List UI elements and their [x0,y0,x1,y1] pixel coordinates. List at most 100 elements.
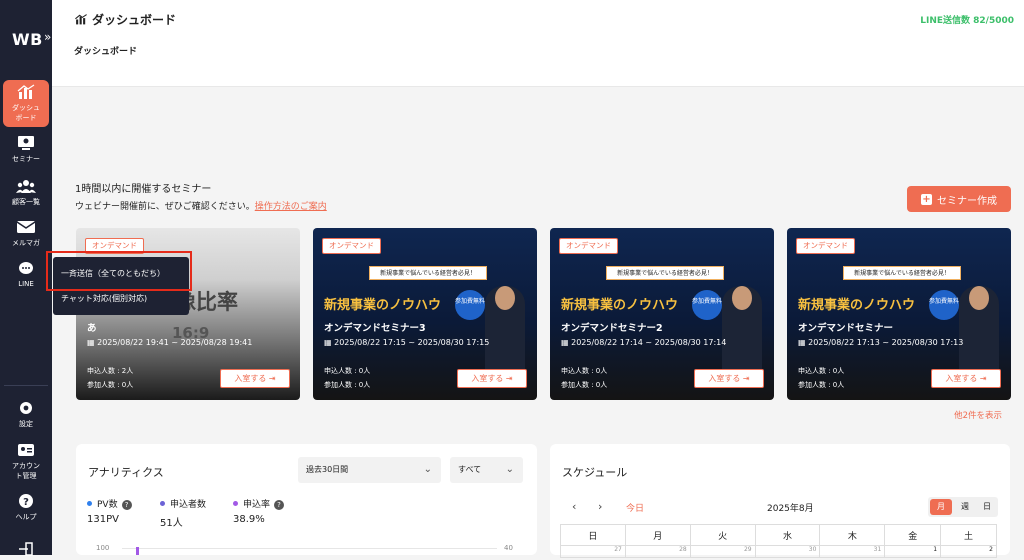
page-header: ダッシュボード ダッシュボード LINE送信数 82/5000 [52,0,1024,87]
enter-room-label: 入室する [234,374,267,383]
seminar-date-text: 2025/08/22 17:13 ~ 2025/08/30 17:13 [808,338,964,347]
chat-icon [19,262,33,274]
calendar-day[interactable]: 31 [819,545,886,558]
calendar-day[interactable]: 28 [624,545,691,558]
app-logo: WB [12,30,43,49]
view-week-button[interactable]: 週 [954,497,976,517]
logout-icon[interactable] [0,541,52,560]
analytics-title: アナリティクス [88,466,164,479]
users-icon [16,180,36,193]
enter-room-button[interactable]: 入室する ⇥ [931,369,1001,388]
speaker-photo [485,286,525,370]
seminar-date: ▦ 2025/08/22 19:41 ~ 2025/08/28 19:41 [87,338,252,347]
pv-dot [87,501,92,506]
seminar-card[interactable]: オンデマンド 新規事業で悩んでいる経営者必見！ 新規事業のノウハウ 参加費無料 … [313,228,537,400]
sidebar-item-mailmag[interactable]: メルマガ [0,219,52,248]
seminar-title: あ [87,323,97,334]
sidebar-item-label: LINE [18,280,34,288]
next-month-icon[interactable]: › [598,500,602,513]
calendar-day[interactable]: 30 [754,545,821,558]
applicants-dot [160,501,165,506]
view-day-button[interactable]: 日 [976,497,998,517]
sidebar-item-seminar[interactable]: セミナー [0,135,52,164]
sidebar: WB » ダッシュ ボード セミナー 顧客一覧 メルマガ LINE 設定 アカウ… [0,0,52,556]
enter-room-button[interactable]: 入室する ⇥ [220,369,290,388]
calendar-day[interactable]: 1 [884,545,942,558]
sidebar-item-line[interactable]: LINE [0,261,52,288]
current-month: 2025年8月 [767,504,814,514]
rate-label-text: 申込率 [243,500,271,510]
pv-stat-label: PV数? [87,497,132,510]
applicant-count: 申込人数 : 2人 [87,367,134,375]
calendar-day[interactable]: 2 [940,545,997,558]
calendar-day[interactable]: 29 [689,545,756,558]
chevron-down-icon: ⌄ [423,464,432,475]
help-icon[interactable]: ? [274,500,285,510]
weekday-header: 水 [754,524,821,546]
seminar-title: オンデマンドセミナー3 [324,323,426,334]
enter-icon: ⇥ [268,374,276,383]
free-badge: 参加費無料 [929,290,959,320]
seminar-card[interactable]: オンデマンド 新規事業で悩んでいる経営者必見！ 新規事業のノウハウ 参加費無料 … [787,228,1011,400]
pv-stat-value: 131PV [87,514,119,525]
weekday-header: 金 [884,524,942,546]
svg-text:?: ? [23,497,29,508]
participant-count: 参加人数 : 0人 [87,381,134,389]
calendar-day[interactable]: 27 [560,545,626,558]
y-axis-left-top: 100 [96,544,110,552]
free-badge: 参加費無料 [692,290,722,320]
free-badge: 参加費無料 [455,290,485,320]
help-icon[interactable]: ? [121,500,132,510]
view-month-button[interactable]: 月 [930,499,952,515]
calendar-icon: ▦ [87,338,98,347]
speaker-photo [722,286,762,370]
enter-room-button[interactable]: 入室する ⇥ [694,369,764,388]
seminar-date: ▦ 2025/08/22 17:13 ~ 2025/08/30 17:13 [798,338,963,347]
participant-count: 参加人数 : 0人 [561,381,608,389]
today-button[interactable]: 今日 [626,501,644,514]
thumbnail-headline: 新規事業のノウハウ [798,298,916,313]
ondemand-tag: オンデマンド [322,238,381,254]
sidebar-item-label: セミナー [12,155,40,163]
sidebar-item-label: ヘルプ [15,513,37,521]
enter-room-label: 入室する [471,374,504,383]
applicants-stat-value: 51人 [160,518,183,529]
show-more-link[interactable]: 他2件を表示 [954,409,1002,421]
sidebar-item-account[interactable]: アカウン ト管理 [0,442,52,481]
enter-room-label: 入室する [945,374,978,383]
enter-room-button[interactable]: 入室する ⇥ [457,369,527,388]
promo-banner: 新規事業で悩んでいる経営者必見！ [843,266,961,280]
chat-menu-item[interactable]: チャット対応(個別対応) [61,293,147,304]
seminar-card[interactable]: オンデマンド 新規事業で悩んでいる経営者必見！ 新規事業のノウハウ 参加費無料 … [550,228,774,400]
guide-link[interactable]: 操作方法のご案内 [255,202,327,212]
applicant-count: 申込人数 : 0人 [798,367,845,375]
sidebar-item-customers[interactable]: 顧客一覧 [0,178,52,207]
seminar-date: ▦ 2025/08/22 17:14 ~ 2025/08/30 17:14 [561,338,726,347]
create-seminar-button[interactable]: + セミナー作成 [907,186,1011,212]
filter-select[interactable]: すべて ⌄ [450,457,523,483]
sidebar-item-settings[interactable]: 設定 [0,400,52,429]
thumbnail-headline: 新規事業のノウハウ [324,298,442,313]
pv-label-text: PV数 [97,500,118,510]
seminar-title: オンデマンドセミナー [798,323,894,334]
calendar-icon: ▦ [324,338,335,347]
rate-dot [233,501,238,506]
chart-icon [17,84,35,99]
seminar-date-text: 2025/08/22 17:15 ~ 2025/08/30 17:15 [334,338,490,347]
gear-icon [20,402,32,414]
highlight-box [46,251,192,291]
promo-banner: 新規事業で悩んでいる経営者必見！ [369,266,487,280]
prev-month-icon[interactable]: ‹ [572,500,576,513]
expand-sidebar-icon[interactable]: » [44,30,51,44]
calendar-icon: ▦ [798,338,809,347]
rate-stat-label: 申込率? [233,497,285,510]
weekday-header: 火 [689,524,756,546]
participant-count: 参加人数 : 0人 [324,381,371,389]
weekday-header: 木 [819,524,886,546]
analytics-panel: アナリティクス 過去30日間 ⌄ すべて ⌄ PV数? 131PV 申込者数 51人… [76,444,537,555]
description-text: ウェビナー開催前に、ぜひご確認ください。 [75,202,255,212]
period-select[interactable]: 過去30日間 ⌄ [298,457,441,483]
weekday-header: 月 [624,524,691,546]
sidebar-item-dashboard[interactable]: ダッシュ ボード [3,80,49,127]
sidebar-item-help[interactable]: ? ヘルプ [0,493,52,522]
